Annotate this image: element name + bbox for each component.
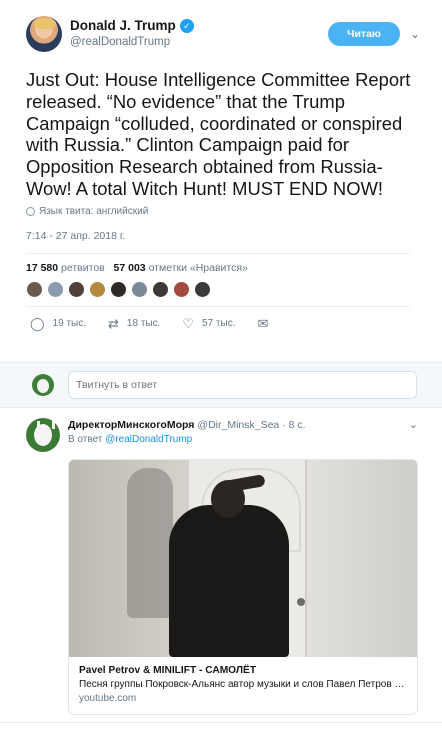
reply-action[interactable]: ◯ 19 тыс. (30, 316, 86, 332)
language-label: Язык твита: английский (39, 205, 149, 217)
reply-icon[interactable]: ◯ (30, 316, 45, 332)
liker-avatar[interactable] (89, 280, 106, 298)
globe-icon (26, 206, 35, 216)
tweet-header: Donald J. Trump ✓ @realDonaldTrump Читаю… (26, 16, 426, 52)
envelope-icon[interactable]: ✉ (257, 316, 268, 332)
author-handle[interactable]: @realDonaldTrump (70, 34, 328, 50)
follow-button[interactable]: Читаю (328, 22, 400, 46)
liker-avatar[interactable] (173, 280, 190, 298)
liker-avatar[interactable] (47, 280, 64, 298)
door-knob (297, 598, 305, 606)
tweet-timestamp[interactable]: 7:14 - 27 апр. 2018 г. (26, 230, 426, 242)
retweets-label[interactable]: ретвитов (61, 262, 105, 274)
reply-author-name[interactable]: ДиректорМинскогоМоря (68, 419, 194, 431)
reply-tweet: ДиректорМинскогоМоря @Dir_Minsk_Sea · 8 … (0, 408, 442, 715)
link-card[interactable]: Pavel Petrov & MINILIFT - САМОЛЁТ Песня … (68, 459, 418, 715)
liker-avatar[interactable] (110, 280, 127, 298)
reply-count: 19 тыс. (52, 318, 87, 330)
retweet-icon[interactable]: ⇄ (108, 316, 119, 332)
reply-input[interactable] (68, 371, 417, 399)
chevron-down-icon[interactable]: ⌄ (404, 27, 426, 41)
like-action[interactable]: ♡ 57 тыс. (182, 316, 235, 332)
video-thumbnail[interactable] (69, 460, 417, 657)
author-name[interactable]: Donald J. Trump (70, 18, 176, 34)
divider (0, 722, 442, 723)
in-reply-handle-link[interactable]: @realDonaldTrump (105, 434, 192, 445)
main-tweet: Donald J. Trump ✓ @realDonaldTrump Читаю… (0, 0, 442, 341)
retweet-action[interactable]: ⇄ 18 тыс. (108, 316, 160, 332)
tweet-text: Just Out: House Intelligence Committee R… (26, 69, 411, 199)
chevron-down-icon[interactable]: ⌄ (409, 418, 418, 431)
reply-header: ДиректорМинскогоМоря @Dir_Minsk_Sea · 8 … (68, 418, 418, 431)
author-block: Donald J. Trump ✓ @realDonaldTrump (70, 18, 328, 50)
like-count: 57 тыс. (202, 318, 236, 330)
message-action[interactable]: ✉ (257, 316, 276, 332)
avatar[interactable] (26, 16, 62, 52)
stat-line: 17 580 ретвитов 57 003 отметки «Нравится… (26, 262, 410, 274)
tweet-language: Язык твита: английский (26, 206, 426, 217)
reply-avatar[interactable] (26, 418, 60, 452)
reply-body: ДиректорМинскогоМоря @Dir_Minsk_Sea · 8 … (68, 418, 418, 715)
liker-avatar[interactable] (152, 280, 169, 298)
retweets-count[interactable]: 17 580 (26, 262, 58, 274)
liker-avatar[interactable] (26, 280, 43, 298)
reply-composer (0, 362, 442, 408)
likers-avatars (26, 280, 410, 298)
card-description: Песня группы Покровск-Альянс автор музык… (79, 679, 407, 690)
likes-label[interactable]: отметки «Нравится» (149, 262, 248, 274)
likes-count[interactable]: 57 003 (114, 262, 146, 274)
in-reply-prefix: В ответ (68, 434, 103, 445)
heart-icon[interactable]: ♡ (182, 316, 194, 332)
liker-avatar[interactable] (131, 280, 148, 298)
user-avatar (32, 374, 54, 396)
liker-avatar[interactable] (194, 280, 211, 298)
reply-time[interactable]: · 8 с. (282, 419, 305, 431)
liker-avatar[interactable] (68, 280, 85, 298)
tweet-stats: 17 580 ретвитов 57 003 отметки «Нравится… (26, 252, 410, 307)
singer-figure (169, 505, 289, 657)
card-title: Pavel Petrov & MINILIFT - САМОЛЁТ (79, 665, 257, 676)
tweet-actions: ◯ 19 тыс. ⇄ 18 тыс. ♡ 57 тыс. ✉ (26, 307, 426, 341)
in-reply-to: В ответ @realDonaldTrump (68, 434, 418, 445)
card-meta: Pavel Petrov & MINILIFT - САМОЛЁТ Песня … (69, 657, 417, 714)
verified-icon: ✓ (179, 19, 194, 33)
retweet-count: 18 тыс. (126, 318, 161, 330)
author-name-row[interactable]: Donald J. Trump ✓ (70, 18, 328, 34)
tweet-page: Donald J. Trump ✓ @realDonaldTrump Читаю… (0, 0, 442, 730)
reply-author-handle[interactable]: @Dir_Minsk_Sea (197, 419, 279, 431)
shadow-figure (127, 468, 173, 618)
card-domain: youtube.com (79, 693, 137, 704)
